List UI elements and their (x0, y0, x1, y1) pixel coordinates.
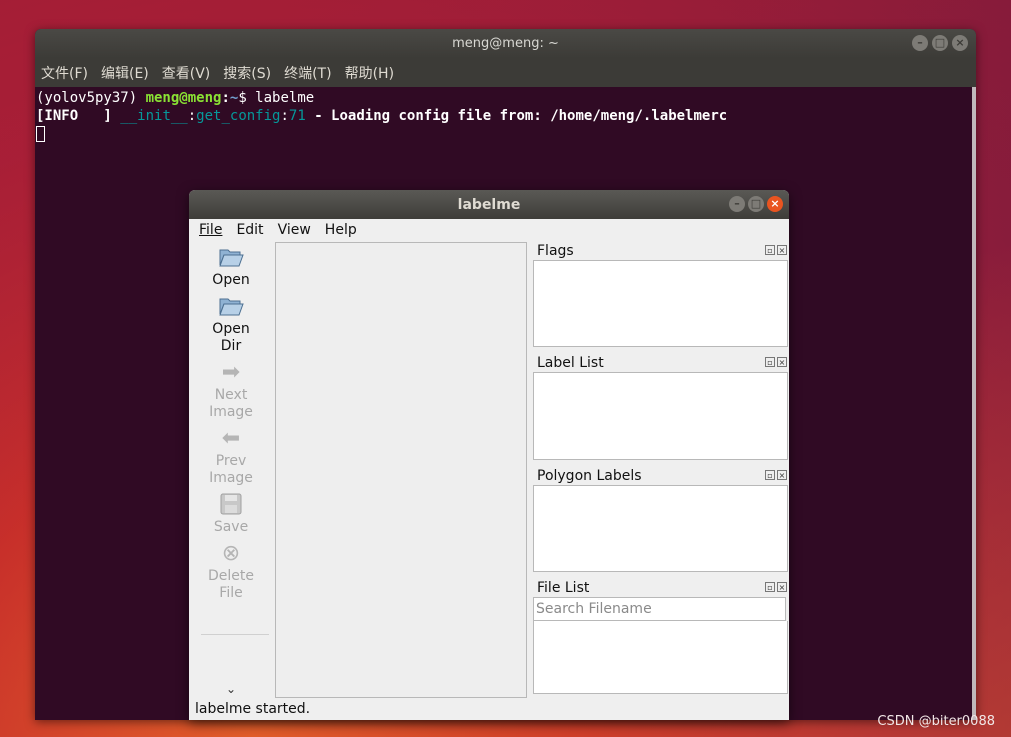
image-canvas[interactable] (275, 242, 527, 698)
delete-circle-icon: ⊗ (221, 540, 241, 566)
close-icon[interactable]: × (777, 357, 787, 367)
menu-file[interactable]: 文件(F) (41, 63, 88, 83)
file-list[interactable] (533, 621, 788, 694)
minimize-icon[interactable]: – (729, 196, 745, 212)
minimize-icon[interactable]: – (912, 35, 928, 51)
open-button[interactable]: Open (191, 242, 271, 289)
chevron-down-icon[interactable]: ⌄ (191, 682, 271, 696)
terminal-title: meng@meng: ~ (452, 36, 559, 51)
menu-help[interactable]: Help (325, 222, 357, 238)
menu-file[interactable]: File (199, 222, 222, 238)
arrow-right-icon: ➡ (221, 359, 241, 385)
prev-image-button[interactable]: ⬅ Prev Image (191, 423, 271, 487)
folder-open-icon (191, 291, 271, 321)
terminal-output[interactable]: (yolov5py37) meng@meng:~$ labelme [INFO … (35, 87, 976, 145)
watermark: CSDN @biter0088 (877, 714, 995, 729)
polygon-labels-list[interactable] (533, 485, 788, 572)
close-icon[interactable]: × (777, 245, 787, 255)
labelme-title: labelme (457, 196, 521, 213)
close-icon[interactable]: × (952, 35, 968, 51)
polygon-labels-title: Polygon Labels (537, 468, 642, 484)
delete-file-button[interactable]: ⊗ Delete File (191, 538, 271, 602)
flags-dock: Flags ▫ × (533, 242, 788, 347)
maximize-icon[interactable]: □ (932, 35, 948, 51)
terminal-line-log: [INFO ] __init__:get_config:71 - Loading… (36, 108, 728, 124)
menu-view[interactable]: View (278, 222, 311, 238)
flags-list[interactable] (533, 260, 788, 347)
menu-search[interactable]: 搜索(S) (223, 63, 271, 83)
close-icon[interactable]: × (777, 582, 787, 592)
file-list-title: File List (537, 580, 590, 596)
terminal-titlebar[interactable]: meng@meng: ~ – □ × (35, 29, 976, 58)
label-list-title: Label List (537, 355, 604, 371)
toolbar-separator (201, 634, 269, 635)
save-button[interactable]: Save (191, 489, 271, 536)
open-dir-button[interactable]: Open Dir (191, 291, 271, 355)
terminal-line-command: (yolov5py37) meng@meng:~$ labelme (36, 90, 315, 106)
float-icon[interactable]: ▫ (765, 470, 775, 480)
terminal-scrollbar[interactable] (972, 87, 976, 720)
search-filename-input[interactable] (533, 597, 786, 621)
float-icon[interactable]: ▫ (765, 357, 775, 367)
label-list[interactable] (533, 372, 788, 460)
maximize-icon[interactable]: □ (748, 196, 764, 212)
close-icon[interactable]: × (767, 196, 783, 212)
status-bar: labelme started. (195, 701, 311, 717)
floppy-disk-icon (191, 489, 271, 519)
menu-terminal[interactable]: 终端(T) (284, 63, 331, 83)
file-list-dock: File List ▫ × (533, 579, 788, 694)
terminal-cursor (36, 126, 45, 142)
folder-open-icon (191, 242, 271, 272)
label-list-dock: Label List ▫ × (533, 354, 788, 460)
terminal-menubar: 文件(F) 编辑(E) 查看(V) 搜索(S) 终端(T) 帮助(H) (35, 58, 976, 87)
menu-edit[interactable]: Edit (236, 222, 263, 238)
menu-view[interactable]: 查看(V) (162, 63, 211, 83)
menu-help[interactable]: 帮助(H) (345, 63, 394, 83)
menu-edit[interactable]: 编辑(E) (101, 63, 149, 83)
flags-title: Flags (537, 243, 574, 259)
float-icon[interactable]: ▫ (765, 582, 775, 592)
labelme-menubar: File Edit View Help (189, 219, 789, 241)
tools-toolbar: Open Open Dir ➡ Next Image ⬅ Prev Image … (191, 242, 271, 697)
next-image-button[interactable]: ➡ Next Image (191, 357, 271, 421)
labelme-titlebar[interactable]: labelme – □ × (189, 190, 789, 219)
float-icon[interactable]: ▫ (765, 245, 775, 255)
close-icon[interactable]: × (777, 470, 787, 480)
polygon-labels-dock: Polygon Labels ▫ × (533, 467, 788, 572)
labelme-window: labelme – □ × File Edit View Help Open O… (189, 190, 789, 720)
arrow-left-icon: ⬅ (221, 425, 241, 451)
